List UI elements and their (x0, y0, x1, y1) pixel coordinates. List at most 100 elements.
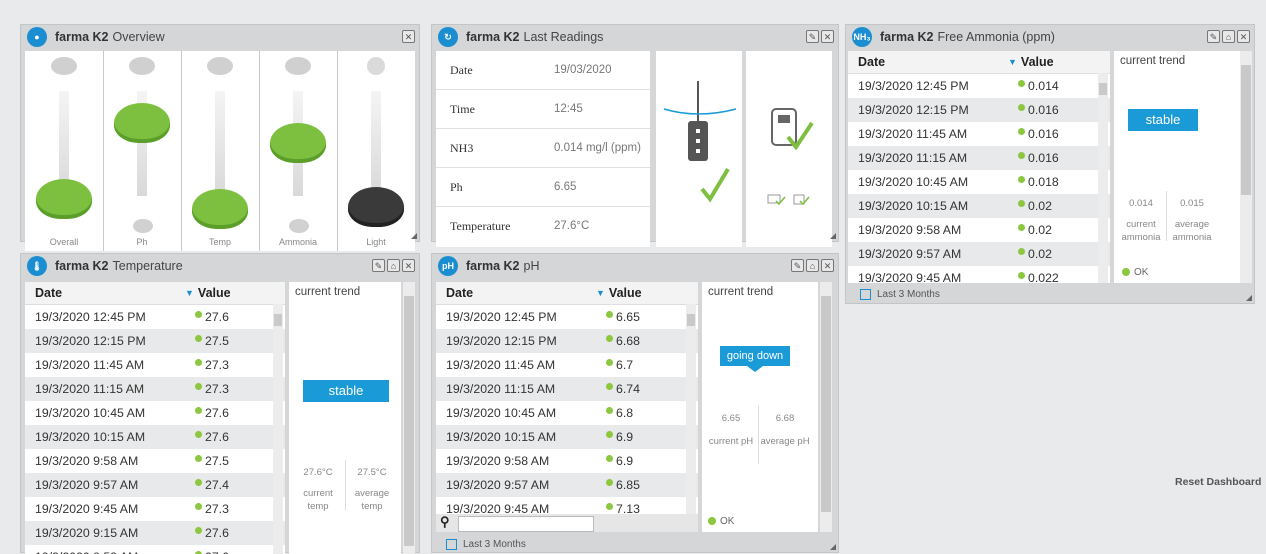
row-value: 0.014 (1028, 79, 1059, 93)
ph-header[interactable]: pH farma K2 pH ✎ ⌂ ✕ (432, 254, 838, 278)
row-date: 19/3/2020 9:45 AM (858, 271, 962, 283)
row-value-cell: 6.8 (606, 406, 633, 420)
table-row[interactable]: 19/3/2020 9:45 AM 27.3 (25, 497, 285, 521)
col-date[interactable]: Date (25, 286, 185, 300)
resize-handle[interactable] (830, 233, 836, 239)
row-date: 19/3/2020 11:15 AM (446, 382, 556, 396)
fish-icon (51, 57, 77, 75)
status-dot (195, 431, 202, 438)
table-row[interactable]: 19/3/2020 10:45 AM 0.018 (848, 170, 1110, 194)
table-row[interactable]: 19/3/2020 10:45 AM 6.8 (436, 401, 698, 425)
table-row[interactable]: 19/3/2020 10:15 AM 27.6 (25, 425, 285, 449)
table-row[interactable]: 19/3/2020 12:45 PM 6.65 (436, 305, 698, 329)
temperature-header[interactable]: 🌡 farma K2 Temperature ✎ ⌂ ✕ (21, 254, 419, 278)
level-leaf (192, 189, 248, 229)
ph-footer[interactable]: Last 3 Months (446, 539, 526, 550)
edit-icon[interactable]: ✎ (791, 259, 804, 272)
close-icon[interactable]: ✕ (821, 30, 834, 43)
reading-key: NH3 (450, 140, 474, 155)
ammonia-footer[interactable]: Last 3 Months (860, 289, 940, 300)
fish-icon (133, 219, 153, 233)
readings-header[interactable]: ↻ farma K2 Last Readings ✎ ✕ (432, 25, 838, 49)
fish-icon (129, 57, 155, 75)
search-input[interactable] (458, 516, 594, 532)
scrollbar[interactable] (1098, 73, 1108, 283)
table-row[interactable]: 19/3/2020 9:58 AM 27.5 (25, 449, 285, 473)
scrollbar[interactable] (403, 282, 415, 554)
table-body: 19/3/2020 12:45 PM 27.6 19/3/2020 12:15 PM… (25, 305, 285, 554)
table-row[interactable]: 19/3/2020 12:45 PM 0.014 (848, 74, 1110, 98)
table-row[interactable]: 19/3/2020 9:58 AM 0.02 (848, 218, 1110, 242)
resize-handle[interactable] (830, 544, 836, 550)
table-row[interactable]: 19/3/2020 12:15 PM 0.016 (848, 98, 1110, 122)
status-dot (195, 455, 202, 462)
scrollbar[interactable] (820, 282, 832, 532)
lock-icon[interactable]: ⌂ (1222, 30, 1235, 43)
edit-icon[interactable]: ✎ (372, 259, 385, 272)
close-icon[interactable]: ✕ (1237, 30, 1250, 43)
status-dot (195, 335, 202, 342)
beam (371, 91, 381, 196)
lock-icon[interactable]: ⌂ (387, 259, 400, 272)
table-row[interactable]: 19/3/2020 11:15 AM 0.016 (848, 146, 1110, 170)
resize-handle[interactable] (1246, 295, 1252, 301)
row-value-cell: 6.7 (606, 358, 633, 372)
table-row[interactable]: 19/3/2020 10:45 AM 27.6 (25, 401, 285, 425)
table-row[interactable]: 19/3/2020 11:45 AM 0.016 (848, 122, 1110, 146)
col-date[interactable]: Date (848, 55, 1008, 69)
edit-icon[interactable]: ✎ (1207, 30, 1220, 43)
table-row[interactable]: 19/3/2020 9:57 AM 0.02 (848, 242, 1110, 266)
sort-icon[interactable]: ▼ (1008, 57, 1017, 67)
table-row[interactable]: 19/3/2020 9:58 AM 6.9 (436, 449, 698, 473)
col-value[interactable]: Value (198, 286, 231, 300)
sensor-panel (746, 51, 832, 247)
search-icon[interactable]: ⚲ (440, 514, 450, 530)
col-date[interactable]: Date (436, 286, 596, 300)
row-date: 19/3/2020 12:45 PM (858, 79, 969, 93)
status-dot (606, 479, 613, 486)
overview-header[interactable]: ● farma K2 Overview ✕ (21, 25, 419, 49)
col-value[interactable]: Value (609, 286, 642, 300)
row-value: 27.6 (205, 550, 229, 554)
table-row[interactable]: 19/3/2020 12:15 PM 6.68 (436, 329, 698, 353)
edit-icon[interactable]: ✎ (806, 30, 819, 43)
status-dot (195, 311, 202, 318)
table-row[interactable]: 19/3/2020 10:15 AM 0.02 (848, 194, 1110, 218)
table-body: 19/3/2020 12:45 PM 6.65 19/3/2020 12:15 PM… (436, 305, 698, 521)
table-row[interactable]: 19/3/2020 11:45 AM 27.3 (25, 353, 285, 377)
close-icon[interactable]: ✕ (402, 30, 415, 43)
reset-dashboard-link[interactable]: Reset Dashboard (1175, 476, 1261, 488)
scrollbar[interactable] (1240, 51, 1252, 283)
table-row[interactable]: 19/3/2020 11:15 AM 6.74 (436, 377, 698, 401)
row-date: 19/3/2020 11:45 AM (446, 358, 556, 372)
scrollbar[interactable] (686, 304, 696, 514)
table-row[interactable]: 19/3/2020 10:15 AM 6.9 (436, 425, 698, 449)
overview-label: Overall (49, 237, 79, 247)
table-row[interactable]: 19/3/2020 9:45 AM 0.022 (848, 266, 1110, 283)
table-row[interactable]: 19/3/2020 12:15 PM 27.5 (25, 329, 285, 353)
table-row[interactable]: 19/3/2020 11:45 AM 6.7 (436, 353, 698, 377)
close-icon[interactable]: ✕ (402, 259, 415, 272)
sort-icon[interactable]: ▼ (596, 288, 605, 298)
fish-icon (289, 219, 309, 233)
chart-icon[interactable] (446, 539, 457, 550)
col-value[interactable]: Value (1021, 55, 1054, 69)
table-row[interactable]: 19/3/2020 11:15 AM 27.3 (25, 377, 285, 401)
overview-column: Ammonia (259, 51, 338, 251)
ph-widget: pH farma K2 pH ✎ ⌂ ✕ Date ▼ Value 19/3/2020… (431, 253, 839, 553)
chart-icon[interactable] (860, 289, 871, 300)
row-value: 0.022 (1028, 271, 1059, 283)
row-date: 19/3/2020 10:45 AM (446, 406, 557, 420)
ammonia-header[interactable]: NH₃ farma K2 Free Ammonia (ppm) ✎ ⌂ ✕ (846, 25, 1254, 49)
sort-icon[interactable]: ▼ (185, 288, 194, 298)
row-value-cell: 6.74 (606, 382, 640, 396)
scrollbar[interactable] (273, 304, 283, 554)
table-row[interactable]: 19/3/2020 9:57 AM 6.85 (436, 473, 698, 497)
table-row[interactable]: 19/3/2020 9:15 AM 27.6 (25, 521, 285, 545)
close-icon[interactable]: ✕ (821, 259, 834, 272)
row-value: 6.9 (616, 430, 634, 444)
table-row[interactable]: 19/3/2020 12:45 PM 27.6 (25, 305, 285, 329)
table-row[interactable]: 19/3/2020 9:57 AM 27.4 (25, 473, 285, 497)
lock-icon[interactable]: ⌂ (806, 259, 819, 272)
resize-handle[interactable] (411, 233, 417, 239)
